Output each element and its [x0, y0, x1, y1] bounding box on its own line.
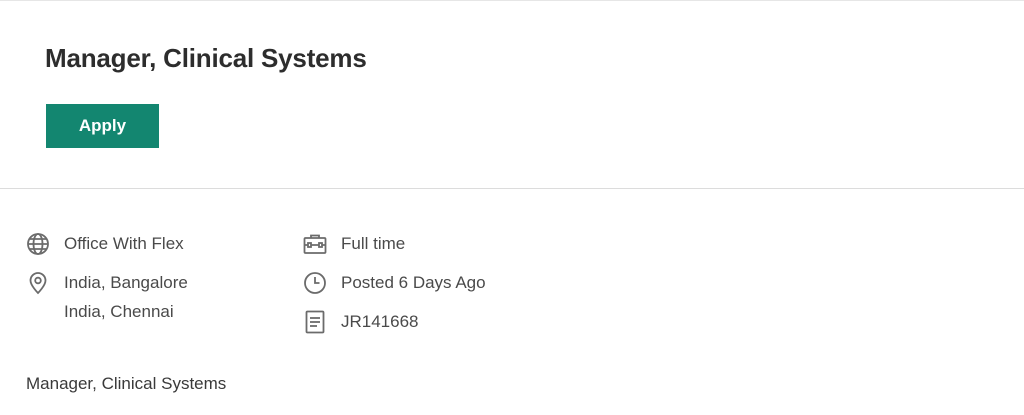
- posted-date: Posted 6 Days Ago: [303, 268, 486, 297]
- requisition-id: JR141668: [303, 307, 419, 336]
- employment-type: Full time: [303, 229, 405, 258]
- job-description: Manager, Clinical Systems: [26, 374, 227, 393]
- clock-icon: [303, 268, 327, 297]
- work-mode: Office With Flex: [26, 229, 184, 258]
- location-item: India, Bangalore: [64, 273, 188, 292]
- locations: India, Bangalore India, Chennai: [26, 268, 188, 326]
- work-mode-label: Office With Flex: [64, 234, 184, 253]
- job-header: Manager, Clinical Systems Apply: [0, 0, 1024, 189]
- location-item: India, Chennai: [64, 302, 174, 321]
- location-list: India, Bangalore India, Chennai: [64, 268, 188, 326]
- globe-icon: [26, 229, 50, 258]
- location-pin-icon: [26, 268, 50, 297]
- employment-type-label: Full time: [341, 234, 406, 253]
- document-icon: [303, 307, 327, 336]
- posted-date-label: Posted 6 Days Ago: [341, 273, 486, 292]
- job-title: Manager, Clinical Systems: [45, 43, 367, 73]
- apply-button[interactable]: Apply: [46, 104, 159, 148]
- requisition-id-label: JR141668: [341, 312, 419, 331]
- briefcase-icon: [303, 229, 327, 258]
